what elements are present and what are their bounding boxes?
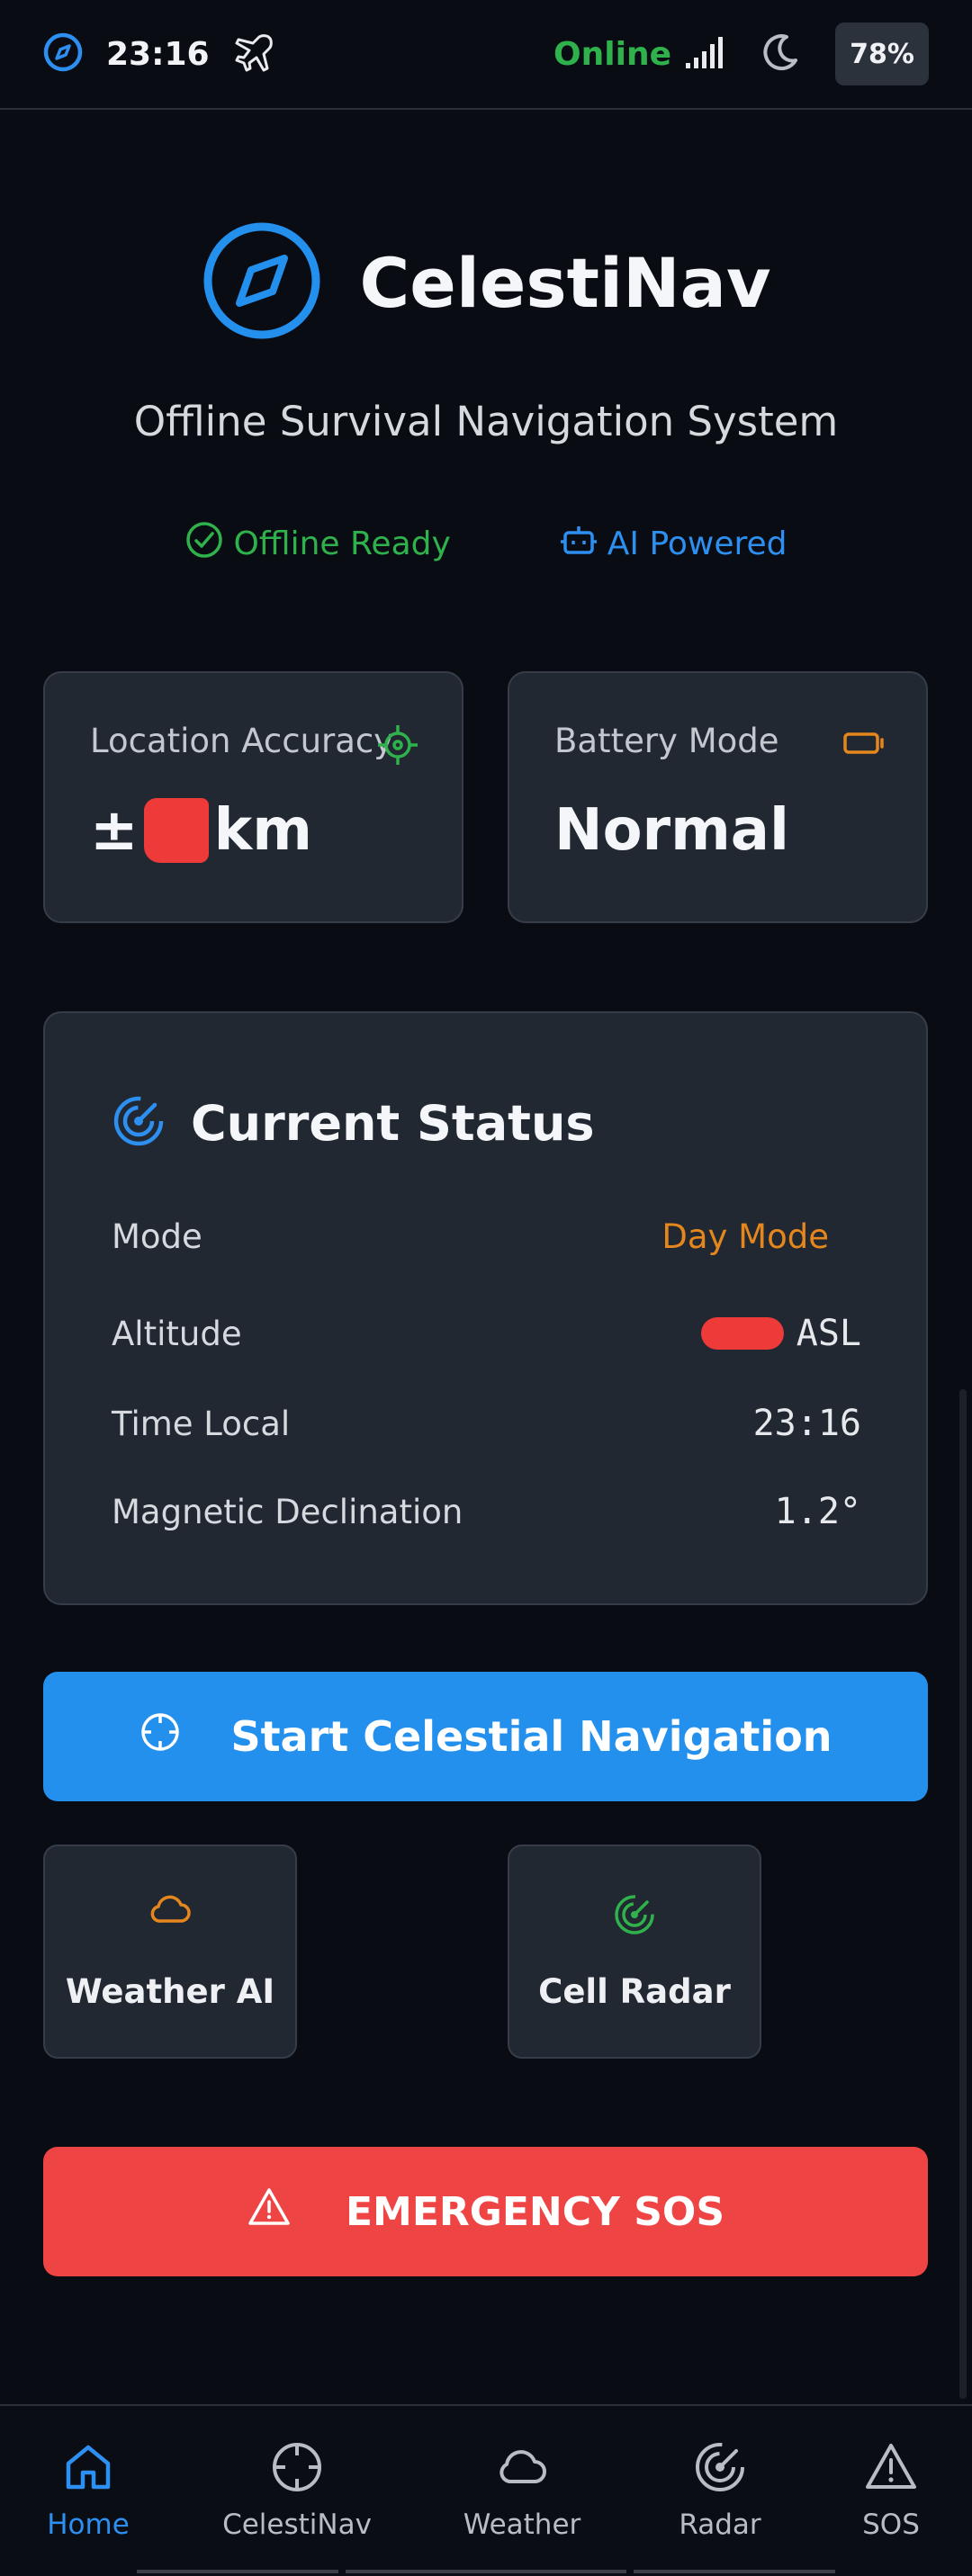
warning-icon [247, 2186, 346, 2238]
battery-icon [842, 729, 886, 761]
gesture-bar [346, 2570, 626, 2573]
offline-ready-label: Offline Ready [233, 525, 451, 562]
radar-icon [693, 2440, 747, 2498]
status-header: Current Status [112, 1094, 595, 1152]
accuracy-unit: km [213, 797, 312, 864]
status-title: Current Status [191, 1094, 595, 1152]
compass-icon [41, 31, 85, 77]
app-subtitle: Offline Survival Navigation System [133, 398, 839, 445]
ai-powered-badge: AI Powered [559, 520, 788, 568]
status-label: Time Local [112, 1404, 291, 1443]
app-screen: 23:16 Online 78% CelestiNav Offline Surv… [0, 0, 972, 2576]
status-row-mode: Mode Day Mode [112, 1209, 861, 1263]
start-navigation-label: Start Celestial Navigation [230, 1712, 832, 1761]
crosshair-icon [376, 723, 419, 770]
nav-sos[interactable]: SOS [810, 2440, 972, 2541]
battery-badge: 78% [835, 22, 929, 85]
nav-radar[interactable]: Radar [639, 2440, 801, 2541]
ai-powered-label: AI Powered [607, 525, 788, 562]
accuracy-prefix: ± [90, 797, 139, 864]
nav-label: CelestiNav [222, 2509, 372, 2541]
nav-home[interactable]: Home [7, 2440, 169, 2541]
scrollbar[interactable] [959, 1389, 967, 2399]
radar-icon [112, 1094, 166, 1152]
emergency-sos-button[interactable]: EMERGENCY SOS [43, 2147, 928, 2276]
nav-label: SOS [862, 2509, 920, 2541]
weather-ai-tile[interactable]: Weather AI [43, 1844, 297, 2059]
app-title: CelestiNav [359, 242, 771, 323]
location-accuracy-value: ± km [90, 797, 312, 864]
signal-icon [684, 34, 725, 74]
check-circle-icon [184, 520, 233, 568]
location-accuracy-card: Location Accuracy ± km [43, 671, 464, 923]
bot-icon [559, 520, 608, 568]
battery-mode-label: Battery Mode [554, 722, 779, 760]
nav-label: Radar [679, 2509, 761, 2541]
home-icon [61, 2440, 115, 2498]
status-row-time: Time Local 23:16 [112, 1396, 861, 1450]
status-label: Mode [112, 1216, 202, 1256]
nav-label: Weather [463, 2509, 581, 2541]
nav-label: Home [47, 2509, 130, 2541]
altitude-unit: ASL [796, 1313, 861, 1354]
radar-icon [613, 1893, 656, 1940]
status-time: 23:16 [106, 35, 210, 73]
compass-icon [202, 220, 322, 345]
cell-radar-tile[interactable]: Cell Radar [508, 1844, 761, 2059]
status-row-altitude: Altitude ASL [112, 1306, 861, 1360]
status-label: Magnetic Declination [112, 1492, 464, 1531]
status-label: Altitude [112, 1314, 242, 1353]
emergency-sos-label: EMERGENCY SOS [345, 2188, 725, 2235]
status-value: ASL [700, 1313, 861, 1354]
offline-ready-badge: Offline Ready [184, 520, 451, 568]
status-row-declination: Magnetic Declination 1.2° [112, 1485, 861, 1539]
status-value: 23:16 [752, 1403, 861, 1444]
weather-ai-label: Weather AI [65, 1972, 275, 2011]
crosshair-icon [270, 2440, 324, 2498]
redacted-value [143, 798, 209, 863]
airplane-icon [233, 31, 276, 77]
moon-icon[interactable] [760, 31, 801, 76]
cell-radar-label: Cell Radar [538, 1972, 731, 2011]
battery-mode-value: Normal [554, 797, 789, 864]
cloud-icon [148, 1893, 192, 1929]
start-navigation-button[interactable]: Start Celestial Navigation [43, 1672, 928, 1801]
brand-header: CelestiNav [0, 220, 972, 345]
gesture-bar [634, 2570, 835, 2573]
current-status-card: Current Status Mode Day Mode Altitude AS… [43, 1011, 928, 1605]
nav-celestinav[interactable]: CelestiNav [216, 2440, 378, 2541]
cloud-icon [495, 2440, 549, 2498]
location-accuracy-label: Location Accuracy [90, 722, 394, 760]
redacted-value [700, 1317, 784, 1350]
status-bar: 23:16 Online 78% [0, 0, 972, 110]
bottom-navigation: Home CelestiNav Weather Radar SOS [0, 2404, 972, 2576]
status-value: 1.2° [774, 1491, 861, 1532]
online-status: Online [554, 35, 671, 73]
feature-badges: Offline Ready AI Powered [0, 520, 972, 568]
warning-icon [864, 2440, 918, 2498]
nav-weather[interactable]: Weather [441, 2440, 603, 2541]
crosshair-icon [139, 1710, 230, 1764]
gesture-bar [137, 2570, 338, 2573]
battery-mode-card: Battery Mode Normal [508, 671, 928, 923]
status-value: Day Mode [662, 1216, 829, 1256]
